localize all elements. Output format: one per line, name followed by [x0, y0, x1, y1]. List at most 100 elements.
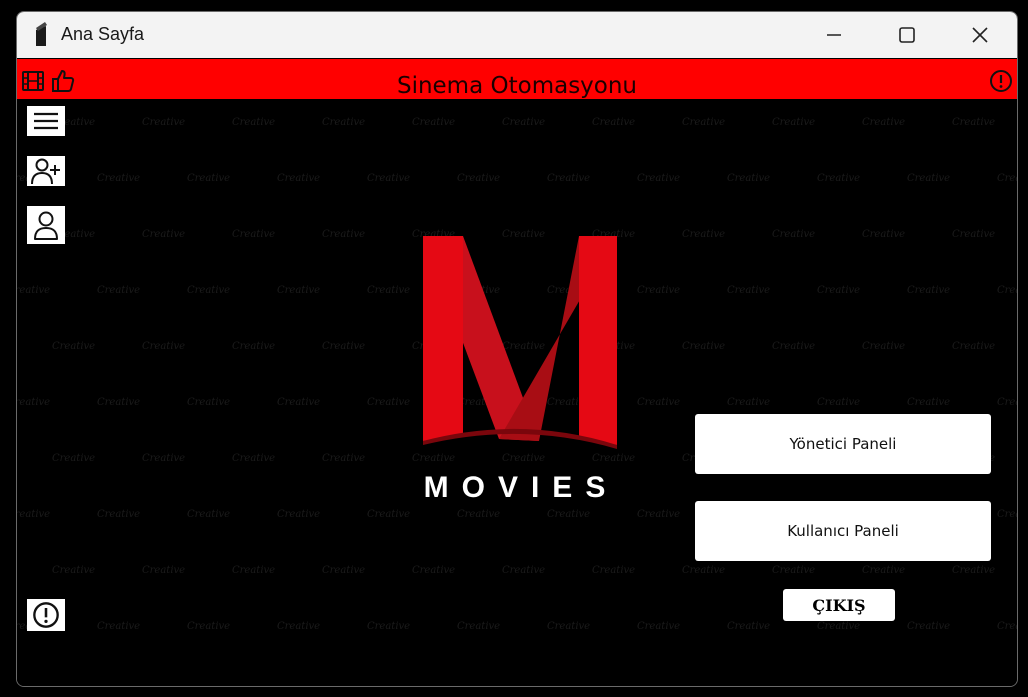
title-bar[interactable]: Ana Sayfa — [17, 12, 1017, 58]
watermark-text: Creative — [277, 285, 321, 296]
watermark-text: Creative — [502, 117, 546, 128]
watermark-text: Creative — [997, 173, 1017, 184]
watermark-text: Creative — [637, 397, 681, 408]
watermark-text: Creative — [997, 621, 1017, 632]
watermark-text: Creative — [952, 341, 996, 352]
close-button[interactable] — [943, 12, 1017, 58]
watermark-text: Creative — [727, 397, 771, 408]
watermark-text: Creative — [322, 117, 366, 128]
watermark-text: Creative — [17, 397, 51, 408]
watermark-text: Creative — [682, 341, 726, 352]
logo-wordmark: MOVIES — [424, 471, 619, 503]
watermark-text: Creative — [457, 173, 501, 184]
watermark-text: Creative — [97, 397, 141, 408]
app-window: Ana Sayfa Sinema Otomasyonu Creative Cre… — [16, 11, 1018, 687]
maximize-button[interactable] — [870, 12, 944, 58]
app-header-title: Sinema Otomasyonu — [396, 73, 638, 99]
watermark-text: Creative — [367, 621, 411, 632]
watermark-text: Creative — [907, 621, 951, 632]
watermark-text: Creative — [142, 565, 186, 576]
watermark-text: Creative — [367, 397, 411, 408]
watermark-text: Creative — [187, 509, 231, 520]
watermark-text: Creative — [772, 117, 816, 128]
watermark-text: Creative — [97, 173, 141, 184]
exit-button[interactable]: ÇIKIŞ — [783, 589, 895, 621]
watermark-text: Creative — [277, 509, 321, 520]
add-user-icon — [31, 158, 60, 185]
watermark-text: Creative — [682, 565, 726, 576]
close-icon — [972, 27, 988, 43]
watermark-text: Creative — [52, 565, 96, 576]
watermark-text: Creative — [907, 397, 951, 408]
watermark-text: Creative — [367, 173, 411, 184]
watermark-text: Creative — [412, 117, 456, 128]
movies-logo: MOVIES — [423, 236, 619, 503]
admin-panel-button[interactable]: Yönetici Paneli — [695, 414, 991, 474]
watermark-text: Creative — [727, 621, 771, 632]
watermark-text: Creative — [277, 173, 321, 184]
watermark-text: Creative — [727, 285, 771, 296]
watermark-text: Creative — [322, 453, 366, 464]
watermark-text: Creative — [457, 509, 501, 520]
app-header: Sinema Otomasyonu — [17, 59, 1017, 99]
maximize-icon — [899, 27, 915, 43]
watermark-text: Creative — [547, 509, 591, 520]
watermark-text: Creative — [547, 621, 591, 632]
watermark-text: Creative — [277, 621, 321, 632]
watermark-text: Creative — [862, 117, 906, 128]
watermark-text: Creative — [97, 285, 141, 296]
watermark-text: Creative — [682, 229, 726, 240]
watermark-text: Creative — [322, 341, 366, 352]
watermark-text: Creative — [637, 173, 681, 184]
user-panel-button[interactable]: Kullanıcı Paneli — [695, 501, 991, 561]
watermark-text: Creative — [367, 509, 411, 520]
watermark-text: Creative — [862, 229, 906, 240]
minimize-icon — [827, 34, 841, 36]
watermark-text: Creative — [457, 621, 501, 632]
watermark-text: Creative — [817, 397, 861, 408]
alert-circle-icon[interactable] — [989, 69, 1013, 93]
sidebar-item-info[interactable] — [27, 599, 65, 631]
watermark-text: Creative — [142, 341, 186, 352]
sidebar-item-menu[interactable] — [27, 106, 65, 136]
watermark-text: Creative — [637, 509, 681, 520]
watermark-text: Creative — [862, 565, 906, 576]
watermark-text: Creative — [772, 565, 816, 576]
watermark-text: Creative — [52, 341, 96, 352]
user-icon — [34, 211, 58, 240]
watermark-text: Creative — [682, 117, 726, 128]
watermark-text: Creative — [952, 565, 996, 576]
watermark-text: Creative — [997, 285, 1017, 296]
watermark-text: Creative — [52, 453, 96, 464]
watermark-text: Creative — [187, 173, 231, 184]
watermark-text: Creative — [547, 173, 591, 184]
watermark-text: Creative — [232, 565, 276, 576]
watermark-text: Creative — [142, 117, 186, 128]
watermark-text: Creative — [772, 229, 816, 240]
watermark-text: Creative — [232, 229, 276, 240]
watermark-text: Creative — [862, 341, 906, 352]
watermark-text: Creative — [97, 621, 141, 632]
watermark-text: Creative — [952, 229, 996, 240]
watermark-text: Creative — [232, 341, 276, 352]
sidebar-item-add-user[interactable] — [27, 156, 65, 186]
watermark-text: Creative — [142, 453, 186, 464]
watermark-text: Creative — [187, 285, 231, 296]
window-title: Ana Sayfa — [61, 24, 145, 44]
minimize-button[interactable] — [797, 12, 871, 58]
watermark-text: Creative — [17, 509, 51, 520]
hamburger-menu-icon — [34, 112, 58, 130]
watermark-text: Creative — [232, 117, 276, 128]
watermark-text: Creative — [817, 173, 861, 184]
sidebar-item-user[interactable] — [27, 206, 65, 244]
watermark-text: Creative — [817, 285, 861, 296]
watermark-text: Creative — [637, 621, 681, 632]
watermark-text: Creative — [952, 117, 996, 128]
watermark-text: Creative — [277, 397, 321, 408]
watermark-text: Creative — [232, 453, 276, 464]
watermark-text: Creative — [997, 509, 1017, 520]
watermark-text: Creative — [727, 173, 771, 184]
watermark-text: Creative — [592, 117, 636, 128]
watermark-text: Creative — [142, 229, 186, 240]
watermark-text: Creative — [502, 565, 546, 576]
